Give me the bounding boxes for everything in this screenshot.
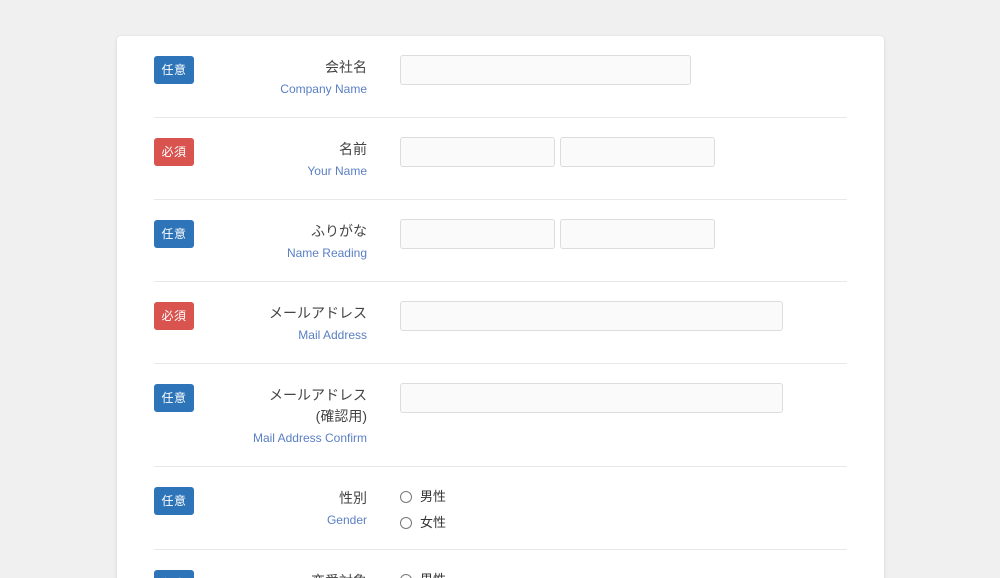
label-japanese: 名前: [339, 141, 367, 157]
label-japanese: メールアドレス: [269, 305, 367, 321]
label-cell: メールアドレス (確認用) Mail Address Confirm: [194, 382, 400, 448]
radio-label: 男性: [420, 489, 447, 504]
name-reading-last-input[interactable]: [400, 219, 555, 249]
optional-badge: 任意: [154, 487, 194, 515]
badge-cell: 任意: [154, 218, 194, 248]
label-japanese: 恋愛対象: [194, 571, 367, 578]
contact-form-card: 任意 会社名 Company Name 必須 名前 Your Name 任意 ふ…: [117, 36, 884, 578]
field-cell: 男性 女性: [400, 568, 847, 578]
form-row-gender: 任意 性別 Gender 男性 女性: [154, 467, 847, 550]
label-cell: 会社名 Company Name: [194, 54, 400, 99]
label-cell: メールアドレス Mail Address: [194, 300, 400, 345]
badge-cell: 必須: [154, 136, 194, 166]
company-name-input[interactable]: [400, 55, 691, 85]
field-cell: [400, 54, 847, 85]
gender-radio-female[interactable]: 女性: [400, 515, 446, 531]
target-radio-male[interactable]: 男性: [400, 572, 446, 578]
optional-badge: 任意: [154, 220, 194, 248]
label-english: Company Name: [280, 82, 367, 96]
required-badge: 必須: [154, 138, 194, 166]
field-cell: [400, 300, 847, 331]
field-cell: [400, 382, 847, 413]
label-japanese: ふりがな: [311, 223, 367, 239]
radio-circle-icon[interactable]: [400, 517, 412, 529]
label-english: Mail Address Confirm: [252, 431, 367, 445]
target-radio-group: 男性 女性: [400, 569, 446, 578]
label-english: Mail Address: [298, 328, 367, 342]
field-cell: [400, 218, 847, 249]
form-row-your-name: 必須 名前 Your Name: [154, 118, 847, 200]
label-cell: 名前 Your Name: [194, 136, 400, 181]
label-english: Name Reading: [286, 246, 367, 260]
badge-cell: 任意: [154, 54, 194, 84]
your-name-last-input[interactable]: [400, 137, 555, 167]
label-japanese: 性別: [339, 490, 367, 506]
label-japanese: 会社名: [325, 59, 367, 75]
form-page: 任意 会社名 Company Name 必須 名前 Your Name 任意 ふ…: [0, 0, 1000, 578]
label-english: Gender: [326, 513, 367, 527]
gender-radio-male[interactable]: 男性: [400, 489, 446, 505]
form-row-mail-address-confirm: 任意 メールアドレス (確認用) Mail Address Confirm: [154, 364, 847, 467]
optional-badge: 任意: [154, 56, 194, 84]
radio-circle-icon[interactable]: [400, 574, 412, 578]
required-badge: 必須: [154, 302, 194, 330]
optional-badge: 任意: [154, 384, 194, 412]
badge-cell: 任意: [154, 568, 194, 578]
radio-label: 男性: [420, 572, 446, 578]
mail-address-confirm-input[interactable]: [400, 383, 783, 413]
form-row-mail-address: 必須 メールアドレス Mail Address: [154, 282, 847, 364]
label-cell: ふりがな Name Reading: [194, 218, 400, 263]
label-cell: 性別 Gender: [194, 485, 400, 530]
label-japanese-sub: (確認用): [315, 408, 367, 424]
gender-radio-group: 男性 女性: [400, 486, 446, 531]
badge-cell: 必須: [154, 300, 194, 330]
form-row-target: 任意 恋愛対象 Target 男性 女性: [154, 550, 847, 578]
label-cell: 恋愛対象 Target: [194, 568, 400, 578]
your-name-first-input[interactable]: [560, 137, 715, 167]
field-cell: 男性 女性: [400, 485, 847, 531]
field-cell: [400, 136, 847, 167]
radio-circle-icon[interactable]: [400, 491, 412, 503]
label-japanese: メールアドレス: [269, 387, 367, 403]
badge-cell: 任意: [154, 485, 194, 515]
radio-label: 女性: [420, 515, 447, 530]
name-reading-first-input[interactable]: [560, 219, 715, 249]
form-row-company-name: 任意 会社名 Company Name: [154, 36, 847, 118]
form-row-name-reading: 任意 ふりがな Name Reading: [154, 200, 847, 282]
optional-badge: 任意: [154, 570, 194, 578]
badge-cell: 任意: [154, 382, 194, 412]
mail-address-input[interactable]: [400, 301, 783, 331]
label-english: Your Name: [307, 164, 367, 178]
